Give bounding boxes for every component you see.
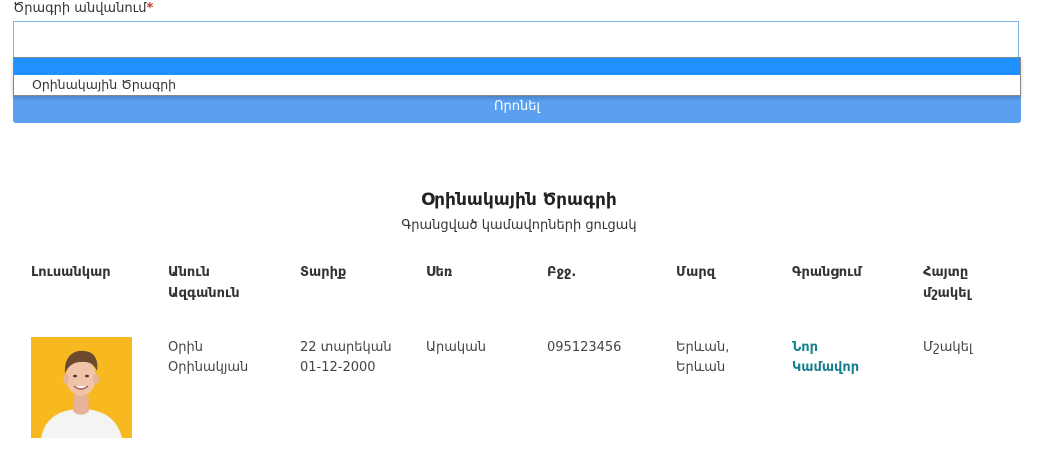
volunteer-last-name: Օրինակյան bbox=[168, 360, 249, 375]
volunteer-first-name: Օրին bbox=[168, 340, 203, 355]
column-header-photo: Լուսանկար bbox=[31, 262, 111, 283]
column-header-phone-label: Բջջ. bbox=[547, 265, 577, 280]
volunteer-birthdate: 01-12-2000 bbox=[300, 360, 376, 375]
volunteer-age-years: 22 տարեկան bbox=[300, 340, 392, 355]
column-header-phone: Բջջ. bbox=[547, 262, 576, 283]
column-header-registration: Գրանցում bbox=[792, 262, 862, 283]
column-header-name-line2: Ազգանուն bbox=[168, 286, 240, 301]
column-header-region-label: Մարզ bbox=[676, 265, 716, 280]
required-mark: * bbox=[146, 1, 154, 16]
column-header-name: Անուն Ազգանուն bbox=[168, 262, 240, 304]
column-header-region: Մարզ bbox=[676, 262, 715, 283]
registration-status-line1: Նոր bbox=[792, 340, 818, 355]
volunteer-region-line2: Երևան bbox=[676, 360, 726, 375]
volunteer-photo bbox=[31, 337, 132, 438]
volunteer-gender: Արական bbox=[426, 340, 487, 355]
column-header-process-line1: Հայտը bbox=[923, 265, 969, 280]
person-avatar-icon bbox=[31, 337, 132, 438]
column-header-age-label: Տարիք bbox=[300, 265, 347, 280]
volunteer-region-line1: Երևան, bbox=[676, 340, 730, 355]
column-header-process-line2: մշակել bbox=[923, 286, 971, 301]
program-select[interactable] bbox=[13, 21, 1019, 57]
registration-status-line2: Կամավոր bbox=[792, 360, 860, 375]
program-dropdown-list: Օրինակային Ծրագրի bbox=[13, 57, 1021, 96]
column-header-registration-label: Գրանցում bbox=[792, 265, 862, 280]
column-header-gender-label: Սեռ bbox=[426, 265, 453, 280]
volunteer-region: Երևան, Երևան bbox=[676, 338, 729, 378]
registration-status-link[interactable]: Նոր Կամավոր bbox=[792, 338, 859, 378]
column-header-age: Տարիք bbox=[300, 262, 346, 283]
report-title: Օրինակային Ծրագրի bbox=[421, 190, 617, 210]
volunteer-name: Օրին Օրինակյան bbox=[168, 338, 248, 378]
report-subtitle: Գրանցված կամավորների ցուցակ bbox=[401, 218, 637, 233]
field-label: Ծրագրի անվանում* bbox=[13, 0, 153, 17]
column-header-process: Հայտը մշակել bbox=[923, 262, 971, 304]
dropdown-option-program[interactable]: Օրինակային Ծրագրի bbox=[14, 75, 1020, 95]
volunteer-phone: 095123456 bbox=[547, 340, 622, 355]
dropdown-option-empty[interactable] bbox=[14, 58, 1020, 75]
column-header-name-line1: Անուն bbox=[168, 265, 210, 280]
process-application-link[interactable]: Մշակել bbox=[923, 338, 972, 358]
column-header-photo-label: Լուսանկար bbox=[31, 265, 111, 280]
field-label-text: Ծրագրի անվանում bbox=[13, 1, 147, 16]
column-header-gender: Սեռ bbox=[426, 262, 453, 283]
volunteer-age: 22 տարեկան 01-12-2000 bbox=[300, 338, 392, 378]
